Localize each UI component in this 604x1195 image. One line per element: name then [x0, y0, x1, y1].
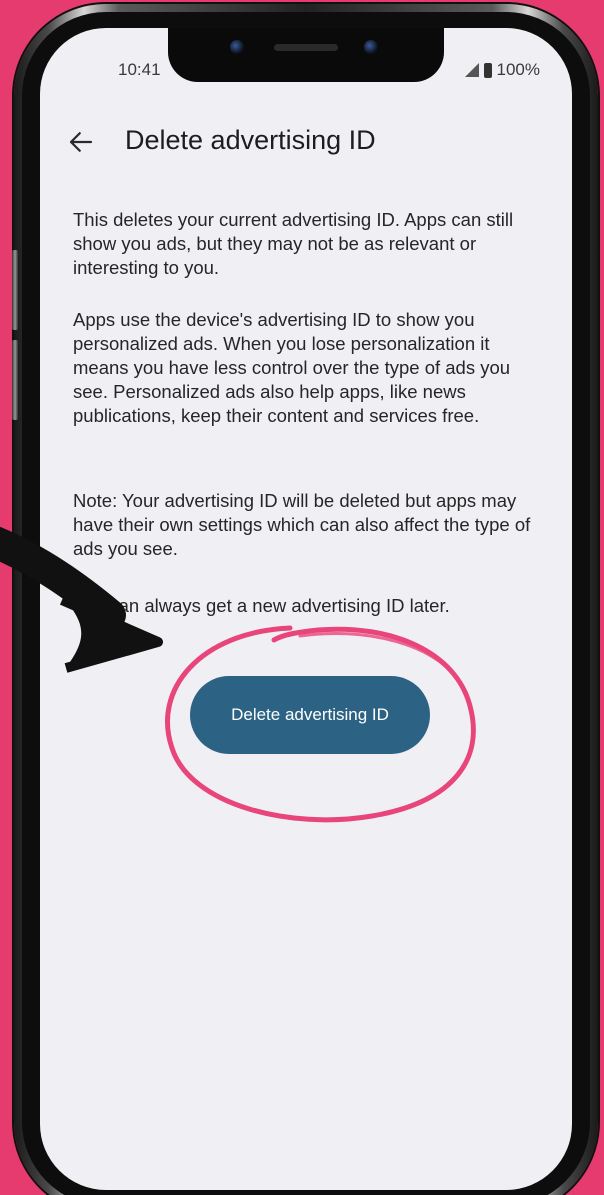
stage: 10:41 100% Delete advertising ID This de…: [0, 0, 604, 1195]
annotation-arrow: [0, 526, 163, 673]
annotation-circle: [165, 625, 476, 823]
annotation-overlay: [0, 526, 476, 823]
